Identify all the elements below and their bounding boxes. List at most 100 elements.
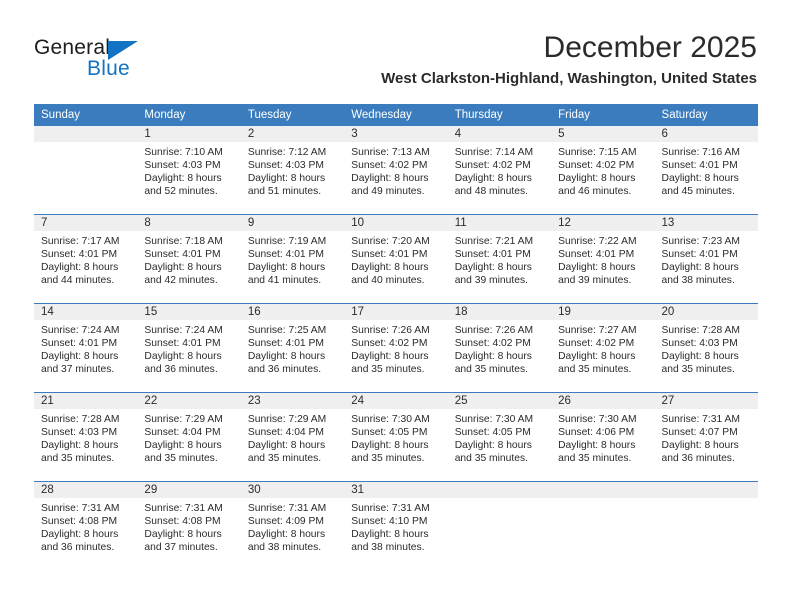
calendar-day-cell[interactable]: 21 Sunrise: 7:28 AM Sunset: 4:03 PM Dayligh… (34, 393, 138, 482)
title-block: December 2025 West Clarkston-Highland, W… (381, 30, 757, 88)
day-number (34, 126, 138, 142)
day-number: 6 (654, 126, 758, 142)
day-cell-inner: 26 Sunrise: 7:30 AM Sunset: 4:06 PM Dayligh… (551, 393, 655, 481)
calendar-week-row: 1 Sunrise: 7:10 AM Sunset: 4:03 PM Daylight… (34, 126, 758, 215)
daylight-text-cont: and 48 minutes. (454, 186, 528, 198)
calendar-day-cell[interactable]: 29 Sunrise: 7:31 AM Sunset: 4:08 PM Dayligh… (137, 482, 241, 570)
calendar-body: 1 Sunrise: 7:10 AM Sunset: 4:03 PM Daylight… (34, 126, 758, 570)
sunset-text: Sunset: 4:02 PM (351, 338, 428, 350)
day-details: Sunrise: 7:26 AM Sunset: 4:02 PM Daylight:… (448, 320, 551, 376)
daylight-text-cont: and 36 minutes. (247, 364, 322, 376)
daylight-text-cont: and 35 minutes. (454, 364, 528, 376)
calendar-day-cell[interactable]: 10 Sunrise: 7:20 AM Sunset: 4:01 PM Dayligh… (344, 215, 448, 304)
day-details: Sunrise: 7:28 AM Sunset: 4:03 PM Daylight:… (34, 409, 137, 465)
calendar-day-cell[interactable]: 13 Sunrise: 7:23 AM Sunset: 4:01 PM Dayligh… (654, 215, 758, 304)
calendar-day-cell[interactable]: 23 Sunrise: 7:29 AM Sunset: 4:04 PM Dayligh… (240, 393, 345, 482)
calendar-day-cell[interactable]: 1 Sunrise: 7:10 AM Sunset: 4:03 PM Daylight… (137, 126, 241, 215)
sunset-text: Sunset: 4:01 PM (247, 338, 324, 350)
weekday-header-wednesday: Wednesday (344, 104, 448, 126)
calendar-day-cell[interactable]: 6 Sunrise: 7:16 AM Sunset: 4:01 PM Daylight… (654, 126, 758, 215)
daylight-text: Daylight: 8 hours (247, 262, 326, 274)
calendar-week-row: 28 Sunrise: 7:31 AM Sunset: 4:08 PM Dayligh… (34, 482, 758, 570)
day-details: Sunrise: 7:19 AM Sunset: 4:01 PM Daylight:… (241, 231, 344, 287)
daylight-text: Daylight: 8 hours (247, 351, 326, 363)
day-number: 18 (447, 304, 552, 320)
day-number: 28 (34, 482, 138, 498)
daylight-text-cont: and 44 minutes. (41, 275, 115, 287)
calendar-day-cell[interactable]: 26 Sunrise: 7:30 AM Sunset: 4:06 PM Dayligh… (551, 393, 655, 482)
day-cell-inner: 9 Sunrise: 7:19 AM Sunset: 4:01 PM Daylight… (240, 215, 345, 303)
calendar-day-cell[interactable]: 4 Sunrise: 7:14 AM Sunset: 4:02 PM Daylight… (447, 126, 552, 215)
daylight-text-cont: and 38 minutes. (247, 542, 322, 554)
day-details: Sunrise: 7:15 AM Sunset: 4:02 PM Daylight:… (551, 142, 654, 198)
calendar-day-cell[interactable]: 30 Sunrise: 7:31 AM Sunset: 4:09 PM Dayligh… (240, 482, 345, 570)
calendar-day-cell[interactable]: 3 Sunrise: 7:13 AM Sunset: 4:02 PM Daylight… (344, 126, 448, 215)
sunset-text: Sunset: 4:08 PM (144, 516, 221, 528)
calendar-day-cell[interactable]: 2 Sunrise: 7:12 AM Sunset: 4:03 PM Daylight… (240, 126, 345, 215)
daylight-text-cont: and 37 minutes. (41, 364, 115, 376)
daylight-text-cont: and 39 minutes. (558, 275, 632, 287)
calendar-day-cell[interactable]: 17 Sunrise: 7:26 AM Sunset: 4:02 PM Dayligh… (344, 304, 448, 393)
day-cell-inner: 3 Sunrise: 7:13 AM Sunset: 4:02 PM Daylight… (344, 126, 448, 214)
calendar-day-cell[interactable]: 11 Sunrise: 7:21 AM Sunset: 4:01 PM Dayligh… (447, 215, 552, 304)
day-details: Sunrise: 7:31 AM Sunset: 4:09 PM Daylight:… (241, 498, 344, 554)
calendar-day-cell[interactable]: 20 Sunrise: 7:28 AM Sunset: 4:03 PM Dayligh… (654, 304, 758, 393)
calendar-day-cell[interactable]: 8 Sunrise: 7:18 AM Sunset: 4:01 PM Daylight… (137, 215, 241, 304)
calendar-day-cell[interactable]: 18 Sunrise: 7:26 AM Sunset: 4:02 PM Dayligh… (447, 304, 552, 393)
weekday-header-sunday: Sunday (34, 104, 138, 126)
calendar-day-cell[interactable]: 22 Sunrise: 7:29 AM Sunset: 4:04 PM Dayligh… (137, 393, 241, 482)
day-number (447, 482, 552, 498)
day-details: Sunrise: 7:20 AM Sunset: 4:01 PM Daylight:… (344, 231, 447, 287)
calendar-day-cell[interactable]: 15 Sunrise: 7:24 AM Sunset: 4:01 PM Dayligh… (137, 304, 241, 393)
sunset-text: Sunset: 4:08 PM (41, 516, 118, 528)
daylight-text: Daylight: 8 hours (558, 440, 636, 452)
daylight-text-cont: and 35 minutes. (558, 364, 632, 376)
day-number: 8 (137, 215, 241, 231)
day-details: Sunrise: 7:14 AM Sunset: 4:02 PM Daylight:… (448, 142, 551, 198)
daylight-text: Daylight: 8 hours (351, 173, 429, 185)
calendar-day-cell[interactable]: 14 Sunrise: 7:24 AM Sunset: 4:01 PM Dayligh… (34, 304, 138, 393)
calendar-day-cell[interactable]: 27 Sunrise: 7:31 AM Sunset: 4:07 PM Dayligh… (654, 393, 758, 482)
calendar-day-cell[interactable]: 19 Sunrise: 7:27 AM Sunset: 4:02 PM Dayligh… (551, 304, 655, 393)
day-cell-inner: 23 Sunrise: 7:29 AM Sunset: 4:04 PM Dayligh… (240, 393, 345, 481)
sunrise-text: Sunrise: 7:15 AM (558, 147, 637, 158)
calendar-day-cell[interactable]: 16 Sunrise: 7:25 AM Sunset: 4:01 PM Dayligh… (240, 304, 345, 393)
day-cell-inner: 12 Sunrise: 7:22 AM Sunset: 4:01 PM Dayligh… (551, 215, 655, 303)
day-number: 1 (137, 126, 241, 142)
calendar-day-cell[interactable]: 28 Sunrise: 7:31 AM Sunset: 4:08 PM Dayligh… (34, 482, 138, 570)
sunrise-text: Sunrise: 7:21 AM (454, 236, 534, 247)
brand-logo[interactable]: General Blue (34, 36, 174, 88)
calendar-page: General Blue December 2025 West Clarksto… (0, 0, 792, 612)
sunrise-text: Sunrise: 7:31 AM (144, 503, 223, 514)
day-cell-inner: 15 Sunrise: 7:24 AM Sunset: 4:01 PM Dayligh… (137, 304, 241, 392)
day-cell-inner (654, 482, 758, 570)
sunrise-text: Sunrise: 7:28 AM (41, 414, 120, 425)
calendar-day-cell[interactable]: 9 Sunrise: 7:19 AM Sunset: 4:01 PM Daylight… (240, 215, 345, 304)
sunrise-text: Sunrise: 7:26 AM (351, 325, 430, 336)
day-number: 22 (137, 393, 241, 409)
calendar-day-cell[interactable]: 5 Sunrise: 7:15 AM Sunset: 4:02 PM Daylight… (551, 126, 655, 215)
day-number: 27 (654, 393, 758, 409)
sunrise-text: Sunrise: 7:25 AM (247, 325, 327, 336)
daylight-text: Daylight: 8 hours (144, 440, 222, 452)
daylight-text-cont: and 35 minutes. (661, 364, 735, 376)
daylight-text: Daylight: 8 hours (144, 173, 222, 185)
calendar-day-cell[interactable]: 31 Sunrise: 7:31 AM Sunset: 4:10 PM Dayligh… (344, 482, 448, 570)
sunrise-text: Sunrise: 7:20 AM (351, 236, 430, 247)
sunset-text: Sunset: 4:05 PM (454, 427, 531, 439)
day-number (654, 482, 758, 498)
weekday-header-tuesday: Tuesday (240, 104, 345, 126)
calendar-day-cell[interactable]: 7 Sunrise: 7:17 AM Sunset: 4:01 PM Daylight… (34, 215, 138, 304)
sunrise-text: Sunrise: 7:30 AM (351, 414, 430, 425)
sunrise-text: Sunrise: 7:24 AM (41, 325, 120, 336)
calendar-day-cell[interactable]: 12 Sunrise: 7:22 AM Sunset: 4:01 PM Dayligh… (551, 215, 655, 304)
daylight-text: Daylight: 8 hours (661, 351, 739, 363)
sunset-text: Sunset: 4:05 PM (351, 427, 428, 439)
calendar-day-cell[interactable]: 25 Sunrise: 7:30 AM Sunset: 4:05 PM Dayligh… (447, 393, 552, 482)
sunset-text: Sunset: 4:03 PM (144, 160, 221, 172)
day-details: Sunrise: 7:30 AM Sunset: 4:05 PM Daylight:… (448, 409, 551, 465)
calendar-day-cell-empty (34, 126, 138, 215)
calendar-day-cell[interactable]: 24 Sunrise: 7:30 AM Sunset: 4:05 PM Dayligh… (344, 393, 448, 482)
day-cell-inner: 13 Sunrise: 7:23 AM Sunset: 4:01 PM Dayligh… (654, 215, 758, 303)
sunset-text: Sunset: 4:01 PM (661, 249, 738, 261)
